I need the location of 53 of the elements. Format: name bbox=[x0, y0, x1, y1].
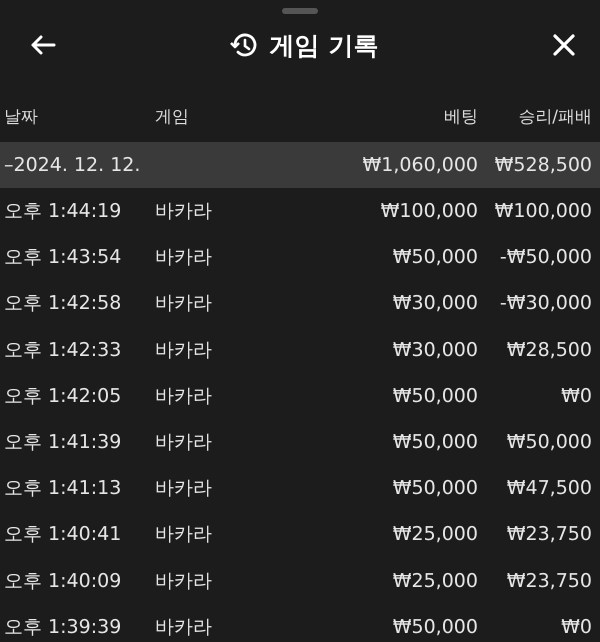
bet-cell-text: ₩50,000 bbox=[392, 477, 478, 500]
drag-handle[interactable] bbox=[282, 8, 318, 14]
result-cell-text: ₩0 bbox=[560, 616, 592, 638]
game-cell-text: 바카라 bbox=[155, 614, 213, 640]
bet-cell-text: ₩50,000 bbox=[392, 431, 478, 454]
back-arrow-icon bbox=[30, 34, 56, 56]
bet-cell-text: ₩30,000 bbox=[392, 338, 478, 361]
time-cell-text: 오후 1:41:39 bbox=[4, 430, 122, 456]
result-cell-text: ₩0 bbox=[560, 384, 592, 407]
group-result-total: ₩528,500 bbox=[494, 154, 592, 176]
group-bet-total: ₩1,060,000 bbox=[362, 154, 478, 176]
game-cell-text: 바카라 bbox=[155, 199, 213, 224]
game-cell-text: 바카라 bbox=[155, 338, 213, 363]
game-cell-text: 바카라 bbox=[155, 568, 213, 594]
window-title: 게임 기록 bbox=[270, 30, 378, 62]
time-cell-text: 오후 1:42:33 bbox=[4, 338, 122, 363]
result-cell-text: ₩50,000 bbox=[506, 431, 592, 454]
result-cell-text: ₩28,500 bbox=[506, 338, 592, 361]
bet-cell-text: ₩30,000 bbox=[392, 292, 478, 314]
bet-cell-text: ₩100,000 bbox=[380, 200, 478, 222]
result-cell-text: ₩23,750 bbox=[506, 523, 592, 546]
game-cell-text: 바카라 bbox=[155, 476, 213, 502]
time-cell-text: 오후 1:42:58 bbox=[4, 291, 122, 316]
game-cell-text: 바카라 bbox=[155, 245, 213, 270]
bet-cell-text: ₩50,000 bbox=[392, 384, 478, 407]
result-cell-text: ₩23,750 bbox=[506, 570, 592, 592]
time-cell-text: 오후 1:42:05 bbox=[4, 384, 122, 409]
game-cell-text: 바카라 bbox=[155, 384, 213, 409]
game-cell-text: 바카라 bbox=[155, 430, 213, 456]
result-cell-text: -₩50,000 bbox=[498, 246, 592, 268]
time-cell-text: 오후 1:44:19 bbox=[4, 199, 122, 224]
bet-cell-text: ₩50,000 bbox=[392, 616, 478, 638]
time-cell-text: 오후 1:39:39 bbox=[4, 614, 122, 640]
bet-cell-text: ₩25,000 bbox=[392, 570, 478, 592]
time-cell-text: 오후 1:40:09 bbox=[4, 568, 122, 594]
time-cell-text: 오후 1:43:54 bbox=[4, 245, 122, 270]
column-header: 베팅 bbox=[443, 106, 478, 128]
bet-cell-text: ₩50,000 bbox=[392, 246, 478, 268]
time-cell-text: 오후 1:41:13 bbox=[4, 476, 122, 502]
group-date: –2024. 12. 12. bbox=[4, 154, 142, 176]
result-cell-text: ₩47,500 bbox=[506, 477, 592, 500]
column-header: 날짜 bbox=[4, 106, 39, 128]
column-header: 승리/패배 bbox=[517, 106, 592, 128]
close-icon bbox=[552, 33, 576, 57]
game-cell-text: 바카라 bbox=[155, 522, 213, 548]
bet-cell-text: ₩25,000 bbox=[392, 523, 478, 546]
date-group-row[interactable]: –2024. 12. 12. ₩1,060,000 ₩528,500 bbox=[0, 142, 600, 188]
result-cell-text: -₩30,000 bbox=[498, 292, 592, 314]
time-cell-text: 오후 1:40:41 bbox=[4, 522, 122, 548]
game-cell-text: 바카라 bbox=[155, 291, 213, 316]
history-icon bbox=[230, 32, 258, 58]
column-header: 게임 bbox=[155, 106, 190, 128]
result-cell-text: ₩100,000 bbox=[494, 200, 592, 222]
